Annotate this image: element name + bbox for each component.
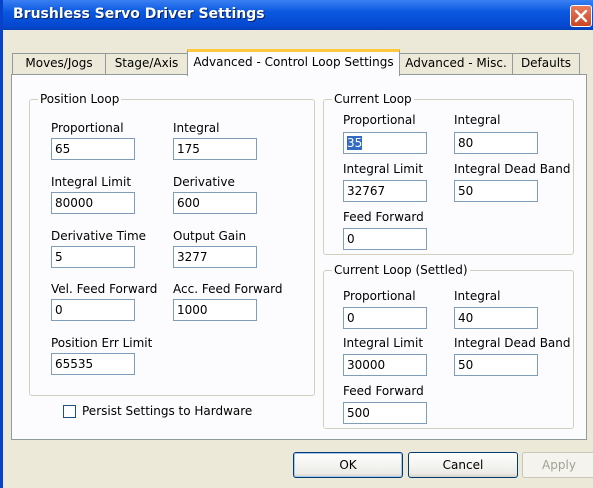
pl-derivative-input[interactable]: 600 [173, 192, 257, 214]
cls-proportional-label: Proportional [343, 289, 416, 303]
cl-dead-band-input[interactable]: 50 [454, 180, 538, 202]
tab-defaults[interactable]: Defaults [512, 53, 580, 74]
cl-integral-input[interactable]: 80 [454, 132, 538, 154]
cl-integral-limit-label: Integral Limit [343, 162, 424, 176]
pl-pos-err-label: Position Err Limit [51, 336, 153, 350]
cls-integral-label: Integral [454, 289, 501, 303]
pl-integral-label: Integral [173, 121, 220, 135]
pl-integral-limit-label: Integral Limit [51, 175, 132, 189]
pl-integral-input[interactable]: 175 [173, 138, 257, 160]
pl-derivative-time-label: Derivative Time [51, 229, 147, 243]
cls-feed-forward-input[interactable]: 500 [343, 402, 427, 424]
cls-proportional-input[interactable]: 0 [343, 307, 427, 329]
pl-vel-ff-label: Vel. Feed Forward [51, 282, 158, 296]
cls-integral-limit-input[interactable]: 30000 [343, 354, 427, 376]
persist-checkbox[interactable] [63, 405, 76, 418]
cl-proportional-label: Proportional [343, 113, 416, 127]
tab-label: Stage/Axis [114, 56, 179, 70]
tab-advanced-misc[interactable]: Advanced - Misc. [399, 53, 513, 74]
close-button[interactable] [570, 5, 592, 27]
pl-derivative-label: Derivative [173, 175, 235, 189]
apply-button[interactable]: Apply [522, 452, 593, 478]
cls-integral-limit-label: Integral Limit [343, 336, 424, 350]
cl-integral-label: Integral [454, 113, 501, 127]
current-loop-title: Current Loop [332, 92, 414, 106]
tab-label: Defaults [520, 56, 572, 70]
settings-window: Brushless Servo Driver Settings Position… [0, 0, 593, 488]
cancel-button[interactable]: Cancel [408, 452, 518, 478]
ok-button[interactable]: OK [293, 452, 403, 478]
tab-label: Moves/Jogs [25, 56, 93, 70]
pl-output-gain-input[interactable]: 3277 [173, 246, 257, 268]
pl-pos-err-input[interactable]: 65535 [51, 353, 135, 375]
cl-feed-forward-input[interactable]: 0 [343, 228, 427, 250]
tab-label: Advanced - Misc. [405, 56, 507, 70]
tab-moves-jogs[interactable]: Moves/Jogs [12, 53, 106, 74]
cls-dead-band-label: Integral Dead Band [454, 336, 571, 350]
cls-dead-band-input[interactable]: 50 [454, 354, 538, 376]
cl-proportional-value: 35 [347, 136, 363, 150]
tab-advanced-control-loop[interactable]: Advanced - Control Loop Settings [187, 49, 400, 76]
cl-feed-forward-label: Feed Forward [343, 210, 424, 224]
pl-proportional-label: Proportional [51, 121, 124, 135]
cls-integral-input[interactable]: 40 [454, 307, 538, 329]
pl-integral-limit-input[interactable]: 80000 [51, 192, 135, 214]
pl-derivative-time-input[interactable]: 5 [51, 246, 135, 268]
pl-proportional-input[interactable]: 65 [51, 138, 135, 160]
tab-stage-axis[interactable]: Stage/Axis [105, 53, 188, 74]
pl-vel-ff-input[interactable]: 0 [51, 299, 135, 321]
close-icon [574, 9, 588, 23]
position-loop-title: Position Loop [38, 92, 122, 106]
current-loop-settled-title: Current Loop (Settled) [332, 263, 470, 277]
cls-feed-forward-label: Feed Forward [343, 384, 424, 398]
cl-dead-band-label: Integral Dead Band [454, 162, 571, 176]
window-title: Brushless Servo Driver Settings [13, 6, 265, 22]
persist-checkbox-label[interactable]: Persist Settings to Hardware [82, 404, 252, 418]
tab-label: Advanced - Control Loop Settings [193, 55, 394, 69]
cl-integral-limit-input[interactable]: 32767 [343, 180, 427, 202]
pl-output-gain-label: Output Gain [173, 229, 247, 243]
title-bar[interactable]: Brushless Servo Driver Settings [3, 0, 593, 30]
cl-proportional-input[interactable]: 35 [343, 132, 427, 154]
pl-acc-ff-label: Acc. Feed Forward [173, 282, 283, 296]
pl-acc-ff-input[interactable]: 1000 [173, 299, 257, 321]
